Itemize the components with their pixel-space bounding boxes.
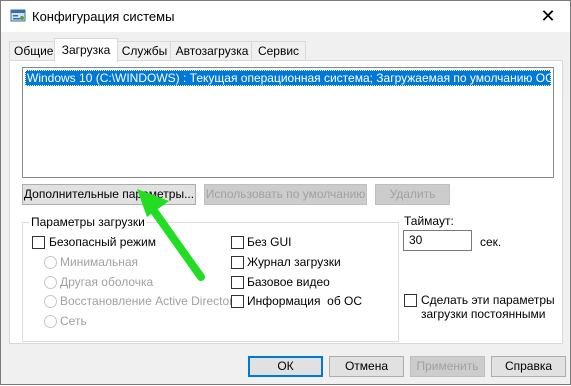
base-video-checkbox[interactable]: [231, 276, 244, 289]
radio-alternate-shell[interactable]: [44, 276, 57, 289]
radio-network[interactable]: [44, 315, 57, 328]
close-icon: ✕: [540, 6, 556, 26]
delete-button[interactable]: Удалить: [375, 184, 450, 205]
advanced-options-button[interactable]: Дополнительные параметры...: [22, 184, 196, 205]
msconfig-icon: [10, 9, 26, 22]
system-configuration-window: Конфигурация системы ✕ Общие Загрузка Сл…: [0, 0, 571, 385]
radio-minimal[interactable]: [44, 256, 57, 269]
ok-button[interactable]: ОК: [248, 356, 323, 377]
make-permanent-label: Сделать эти параметры загрузки постоянны…: [421, 293, 555, 321]
cancel-button[interactable]: Отмена: [329, 356, 404, 377]
timeout-unit: сек.: [480, 235, 502, 249]
tab-startup[interactable]: Автозагрузка: [170, 41, 254, 61]
os-boot-info-checkbox[interactable]: [231, 295, 244, 308]
radio-ad-repair[interactable]: [44, 295, 57, 308]
tab-label: Общие: [14, 44, 54, 58]
tab-label: Автозагрузка: [175, 44, 249, 58]
boot-options-title: Параметры загрузки: [29, 215, 147, 229]
timeout-label: Таймаут:: [404, 214, 454, 228]
radio-minimal-label: Минимальная: [60, 255, 139, 269]
title-bar: Конфигурация системы ✕: [1, 1, 570, 32]
radio-network-label: Сеть: [60, 314, 87, 328]
no-gui-label: Без GUI: [247, 235, 292, 249]
make-permanent-checkbox[interactable]: [404, 294, 417, 307]
tab-boot[interactable]: Загрузка: [54, 38, 118, 62]
safe-boot-label: Безопасный режим: [49, 235, 156, 249]
boot-log-checkbox[interactable]: [231, 256, 244, 269]
safe-boot-checkbox[interactable]: [32, 236, 45, 249]
tab-label: Службы: [121, 44, 168, 58]
radio-alternate-shell-label: Другая оболочка: [60, 275, 154, 289]
tab-label: Загрузка: [61, 43, 111, 57]
timeout-input[interactable]: 30: [403, 230, 472, 251]
os-boot-info-label: Информация об ОС: [247, 294, 363, 308]
help-button[interactable]: Справка: [491, 356, 566, 377]
os-list[interactable]: Windows 10 (C:\WINDOWS) : Текущая операц…: [22, 67, 554, 178]
radio-ad-repair-label: Восстановление Active Directory: [60, 294, 240, 308]
apply-button[interactable]: Применить: [410, 356, 485, 377]
tab-label: Сервис: [257, 44, 300, 58]
set-default-button[interactable]: Использовать по умолчанию: [204, 184, 367, 205]
boot-log-label: Журнал загрузки: [247, 255, 341, 269]
close-button[interactable]: ✕: [526, 1, 570, 32]
no-gui-checkbox[interactable]: [231, 236, 244, 249]
tab-tools[interactable]: Сервис: [251, 41, 306, 61]
window-title: Конфигурация системы: [32, 9, 175, 24]
tab-services[interactable]: Службы: [116, 41, 173, 61]
os-list-item[interactable]: Windows 10 (C:\WINDOWS) : Текущая операц…: [25, 70, 551, 86]
base-video-label: Базовое видео: [247, 275, 330, 289]
tab-general[interactable]: Общие: [9, 41, 57, 61]
